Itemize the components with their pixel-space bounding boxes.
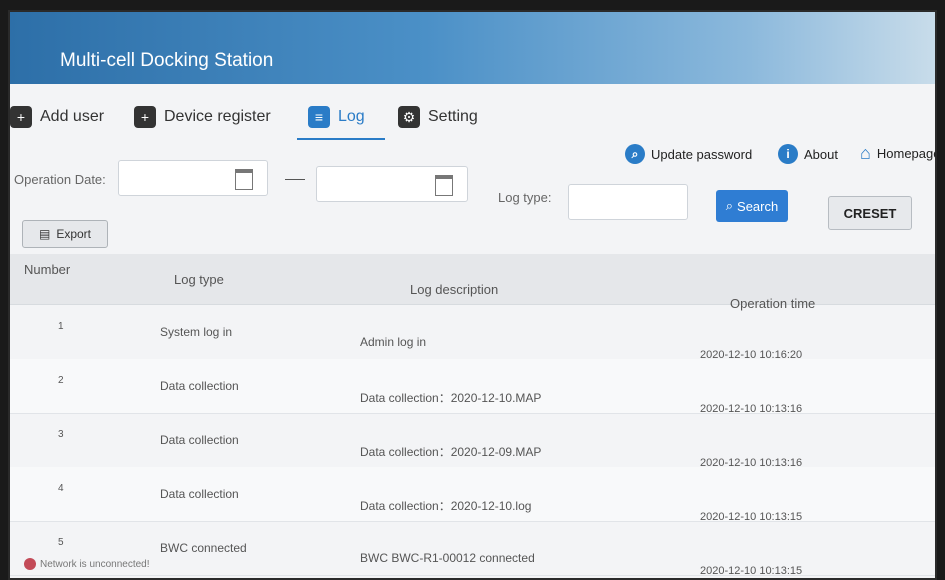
device-register-icon: + <box>134 106 156 128</box>
network-error-icon <box>24 558 36 570</box>
top-navigation: + Add user + Device register ≡ Log ⚙ Set… <box>10 98 935 164</box>
row-log-type: Data collection <box>160 433 239 447</box>
calendar-icon[interactable] <box>235 169 253 190</box>
export-button[interactable]: ▤ Export <box>22 220 108 248</box>
row-number: 2 <box>58 375 64 386</box>
table-header: Number Log type Log description Operatio… <box>10 254 935 311</box>
calendar-icon[interactable] <box>435 175 453 196</box>
gear-icon: ⚙ <box>398 106 420 128</box>
search-button-label: Search <box>737 198 779 214</box>
network-status: Network is unconnected! <box>24 558 150 570</box>
date-range-separator <box>285 179 305 180</box>
operation-date-label: Operation Date: <box>14 172 106 187</box>
row-number: 1 <box>58 321 64 332</box>
header-log-description[interactable]: Log description <box>410 282 498 297</box>
row-log-type: BWC connected <box>160 541 247 555</box>
table-row[interactable]: 4 Data collection Data collection：2020-1… <box>10 467 935 523</box>
table-row[interactable]: 2 Data collection Data collection：2020-1… <box>10 359 935 415</box>
reset-button-label: RESET <box>853 205 897 221</box>
tab-log[interactable]: ≡ Log <box>308 106 365 128</box>
app-title: Multi-cell Docking Station <box>60 50 274 71</box>
search-button[interactable]: ⌕ Search <box>716 190 788 222</box>
row-time: 2020-12-10 10:13:15 <box>700 565 803 577</box>
start-date-input[interactable] <box>118 160 268 196</box>
row-log-type: Data collection <box>160 379 239 393</box>
tab-add-user[interactable]: + Add user <box>10 106 104 128</box>
tab-label: Log <box>338 108 365 125</box>
log-type-input[interactable] <box>568 184 688 220</box>
network-status-text: Network is unconnected! <box>40 558 150 570</box>
tab-label: Add user <box>40 108 105 125</box>
row-number: 3 <box>58 429 64 440</box>
link-label: Homepage <box>876 145 935 161</box>
reset-button[interactable]: C RESET <box>828 196 912 230</box>
row-description: Data collection：2020-12-10.log <box>360 499 532 513</box>
row-log-type: System log in <box>160 325 233 339</box>
tab-setting[interactable]: ⚙ Setting <box>398 106 478 128</box>
row-log-type: Data collection <box>160 487 239 501</box>
table-row[interactable]: 3 Data collection Data collection：2020-1… <box>10 413 935 469</box>
end-date-input[interactable] <box>316 166 468 202</box>
log-type-label: Log type: <box>498 190 552 205</box>
row-number: 5 <box>58 537 64 548</box>
table-row[interactable]: 1 System log in Admin log in 2020-12-10 … <box>10 305 935 361</box>
log-table: Number Log type Log description Operatio… <box>10 254 935 578</box>
tab-device-register[interactable]: + Device register <box>134 106 271 128</box>
header-log-type[interactable]: Log type <box>174 272 224 287</box>
add-user-icon: + <box>10 106 32 128</box>
row-description: Data collection：2020-12-09.MAP <box>360 445 542 459</box>
row-number: 4 <box>58 483 64 494</box>
tab-label: Device register <box>164 108 271 125</box>
tab-label: Setting <box>428 108 478 125</box>
filter-bar: Operation Date: Log type: <box>10 160 935 230</box>
row-description: BWC BWC-R1-00012 connected <box>360 551 535 565</box>
active-tab-underline <box>297 138 385 140</box>
row-description: Admin log in <box>360 335 427 349</box>
log-icon: ≡ <box>308 106 330 128</box>
header-banner: Multi-cell Docking Station <box>10 12 935 84</box>
search-icon: ⌕ <box>725 198 734 213</box>
refresh-icon: C <box>843 205 854 221</box>
row-description: Data collection：2020-12-10.MAP <box>360 391 542 405</box>
header-number[interactable]: Number <box>24 262 70 277</box>
export-button-label: Export <box>56 227 92 241</box>
export-icon: ▤ <box>38 227 51 241</box>
app-screen: Multi-cell Docking Station + Add user + … <box>10 12 935 578</box>
